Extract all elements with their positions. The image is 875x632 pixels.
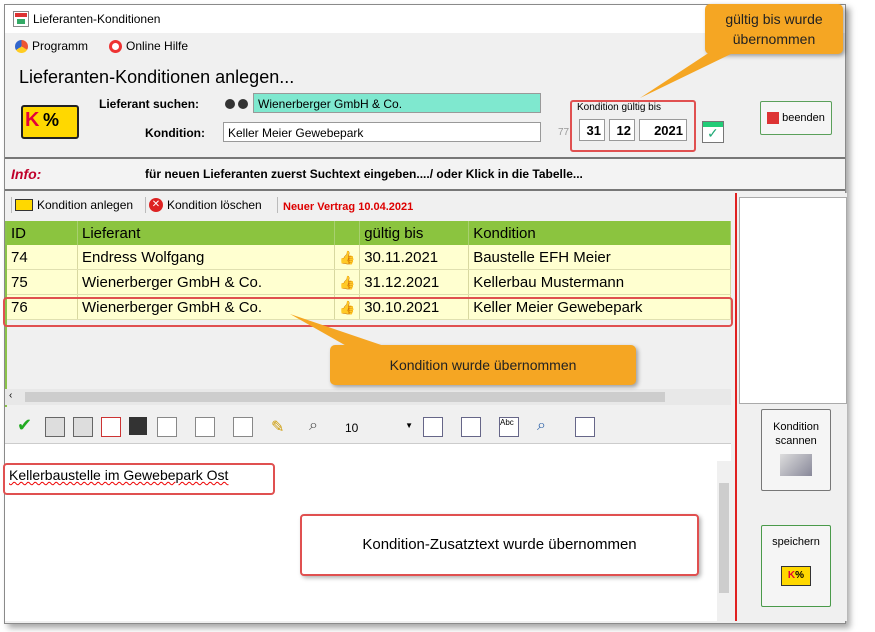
document-icon[interactable]	[575, 417, 595, 437]
new-contract-text: Neuer Vertrag 10.04.2021	[283, 201, 414, 213]
row-id: 75	[7, 269, 78, 295]
menu-online-hilfe[interactable]: Online Hilfe	[109, 39, 188, 53]
valid-taken-callout: gültig bis wurde übernommen	[705, 4, 843, 54]
valid-until-label: Kondition gültig bis	[577, 102, 661, 113]
valid-month-field[interactable]: 12	[609, 119, 635, 141]
table-insert-icon[interactable]	[461, 417, 481, 437]
exit-button-label: beenden	[782, 112, 825, 124]
app-logo: K%	[21, 105, 79, 139]
exit-door-icon	[767, 112, 780, 125]
menu-programm-label: Programm	[32, 39, 89, 53]
row-condition: Kellerbau Mustermann	[468, 269, 731, 295]
check-icon[interactable]: ✔	[17, 415, 35, 435]
col-id[interactable]: ID	[7, 221, 78, 245]
import-icon[interactable]	[157, 417, 177, 437]
page-title: Lieferanten-Konditionen anlegen...	[19, 67, 295, 87]
extra-text-taken-callout: Kondition-Zusatztext wurde übernommen	[300, 514, 699, 576]
valid-day-field[interactable]: 31	[579, 119, 605, 141]
print-icon[interactable]	[45, 417, 65, 437]
toolbar-separator	[145, 197, 146, 213]
menu-programm[interactable]: Programm	[15, 39, 88, 53]
save-logo-icon: K%	[781, 566, 811, 586]
calendar-check-icon[interactable]	[702, 121, 724, 143]
delete-condition-button[interactable]: ✕ Kondition löschen	[149, 198, 262, 212]
row-supplier: Endress Wolfgang	[77, 245, 335, 270]
supplier-search-input[interactable]: Wienerberger GmbH & Co.	[253, 93, 541, 113]
col-condition[interactable]: Kondition	[468, 221, 731, 245]
row-id: 74	[7, 245, 78, 270]
info-text: für neuen Lieferanten zuerst Suchtext ei…	[145, 167, 583, 181]
col-flag[interactable]	[334, 221, 361, 245]
condition-taken-text: Kondition wurde übernommen	[389, 357, 577, 373]
programm-icon	[15, 39, 28, 53]
export-icon[interactable]	[195, 417, 215, 437]
supplier-search-label: Lieferant suchen:	[99, 97, 200, 111]
insert-image-icon[interactable]	[233, 417, 253, 437]
help-lifebuoy-icon	[109, 39, 122, 53]
add-document-icon[interactable]	[129, 417, 147, 435]
thumbs-up-icon: 👍	[334, 269, 361, 295]
scrollbar-thumb[interactable]	[719, 483, 729, 593]
table-header-row: ID Lieferant gültig bis Kondition	[7, 221, 731, 245]
add-condition-label: Kondition anlegen	[37, 198, 134, 212]
editor-vertical-scrollbar[interactable]	[717, 461, 731, 621]
hint-number: 77	[558, 127, 570, 138]
zoom-icon[interactable]: ⌕	[309, 417, 327, 435]
pen-icon[interactable]: ✎	[271, 417, 289, 436]
binoculars-icon[interactable]	[225, 97, 249, 111]
save-button[interactable]: speichern K%	[761, 525, 831, 607]
valid-taken-text: gültig bis wurde übernommen	[725, 11, 823, 47]
delete-x-icon: ✕	[149, 198, 163, 212]
spellcheck-icon[interactable]: Abc	[499, 417, 519, 437]
extra-text-taken-text: Kondition-Zusatztext wurde übernommen	[362, 536, 637, 553]
callout-pointer	[290, 314, 390, 348]
editor-toolbar: ✔ ✎ ⌕ 10 ▼ Abc ⌕	[5, 409, 731, 441]
search-replace-icon[interactable]: ⌕	[537, 417, 555, 435]
scan-button-label: Kondition scannen	[773, 421, 819, 447]
editor-text-highlight	[3, 463, 275, 495]
toolbar-separator	[277, 197, 278, 213]
right-panel: Kondition scannen speichern K%	[735, 193, 847, 621]
chevron-down-icon: ▼	[405, 421, 413, 430]
exit-button[interactable]: beenden	[760, 101, 832, 135]
save-button-label: speichern	[772, 536, 820, 548]
col-supplier[interactable]: Lieferant	[77, 221, 335, 245]
pdf-icon[interactable]	[101, 417, 121, 437]
thumbs-up-icon: 👍	[334, 245, 361, 270]
app-calendar-icon	[13, 11, 29, 27]
row-valid: 31.12.2021	[359, 269, 470, 295]
toolbar-separator	[11, 197, 12, 213]
condition-input[interactable]: Keller Meier Gewebepark	[223, 122, 541, 142]
info-label: Info:	[11, 166, 42, 182]
font-size-select[interactable]: 10 ▼	[345, 421, 415, 437]
menu-online-hilfe-label: Online Hilfe	[126, 39, 189, 53]
valid-year-field[interactable]: 2021	[639, 119, 687, 141]
logo-k: K	[25, 109, 40, 131]
table-row[interactable]: 75 Wienerberger GmbH & Co. 👍 31.12.2021 …	[7, 269, 731, 295]
font-size-value: 10	[345, 421, 359, 435]
print-preview-icon[interactable]	[73, 417, 93, 437]
add-condition-button[interactable]: Kondition anlegen	[15, 198, 133, 212]
table-horizontal-scrollbar[interactable]: ‹	[5, 389, 731, 405]
paragraph-icon[interactable]	[423, 417, 443, 437]
scroll-left-icon[interactable]: ‹	[9, 390, 12, 401]
right-preview-area	[739, 197, 847, 404]
delete-condition-label: Kondition löschen	[167, 198, 262, 212]
table-row[interactable]: 74 Endress Wolfgang 👍 30.11.2021 Baustel…	[7, 245, 731, 270]
window-title: Lieferanten-Konditionen	[33, 12, 161, 26]
row-supplier: Wienerberger GmbH & Co.	[77, 269, 335, 295]
add-condition-icon	[15, 199, 33, 211]
row-valid: 30.11.2021	[359, 245, 470, 270]
logo-percent: %	[43, 110, 60, 130]
scrollbar-thumb[interactable]	[25, 392, 665, 402]
scan-condition-button[interactable]: Kondition scannen	[761, 409, 831, 491]
scanner-icon	[780, 454, 812, 476]
ruler	[5, 443, 731, 463]
condition-toolbar: Kondition anlegen ✕ Kondition löschen Ne…	[5, 193, 731, 217]
row-condition: Baustelle EFH Meier	[468, 245, 731, 270]
callout-pointer	[640, 52, 735, 98]
col-valid-until[interactable]: gültig bis	[359, 221, 470, 245]
info-bar: Info: für neuen Lieferanten zuerst Sucht…	[5, 157, 845, 191]
condition-label: Kondition:	[145, 126, 205, 140]
